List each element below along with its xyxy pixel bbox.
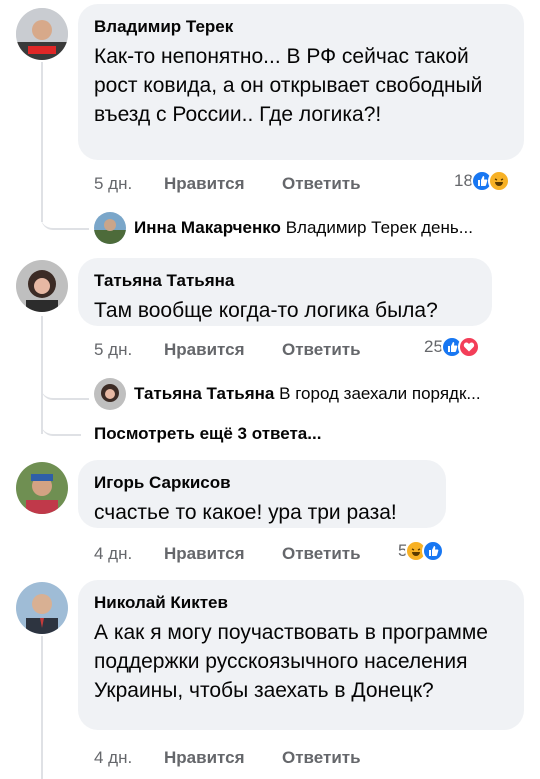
comment-author[interactable]: Владимир Терек	[94, 16, 508, 38]
reply-button[interactable]: Ответить	[282, 340, 361, 360]
like-button[interactable]: Нравится	[164, 340, 245, 360]
comment-bubble: Николай Киктев А как я могу поучаствоват…	[78, 580, 524, 730]
avatar[interactable]	[16, 462, 68, 514]
avatar[interactable]	[16, 582, 68, 634]
avatar-image	[16, 8, 68, 60]
comment-author[interactable]: Николай Киктев	[94, 592, 508, 614]
comment-actions: 4 дн. Нравится Ответить	[94, 748, 394, 770]
comment-actions: 5 дн. Нравится Ответить	[94, 340, 394, 362]
comment-author[interactable]: Татьяна Татьяна	[94, 270, 476, 292]
view-more-replies[interactable]: Посмотреть ещё 3 ответа...	[94, 424, 321, 444]
reply-preview[interactable]: Инна Макарченко Владимир Терек день...	[134, 218, 524, 238]
comment-text: Как-то непонятно... В РФ сейчас такой ро…	[94, 45, 483, 126]
reply-avatar[interactable]	[94, 378, 126, 410]
reactions-summary[interactable]: 25	[424, 336, 480, 358]
thread-elbow	[41, 410, 81, 436]
like-button[interactable]: Нравится	[164, 544, 245, 564]
comment-text: А как я могу поучаствовать в программе п…	[94, 621, 488, 702]
like-button[interactable]: Нравится	[164, 174, 245, 194]
comment-actions: 5 дн. Нравится Ответить	[94, 174, 394, 196]
comment-time[interactable]: 5 дн.	[94, 340, 132, 360]
comment-time[interactable]: 4 дн.	[94, 748, 132, 768]
reply-text: Владимир Терек день...	[285, 218, 473, 237]
comment-time[interactable]: 4 дн.	[94, 544, 132, 564]
thread-line	[41, 636, 43, 779]
reactions-summary[interactable]: 5	[398, 540, 445, 562]
comment-bubble: Татьяна Татьяна Там вообще когда-то логи…	[78, 258, 492, 326]
reply-button[interactable]: Ответить	[282, 174, 361, 194]
thread-elbow	[41, 200, 89, 230]
like-icon	[422, 540, 445, 562]
thread-elbow	[41, 370, 89, 400]
thread-line	[41, 62, 43, 222]
like-button[interactable]: Нравится	[164, 748, 245, 768]
avatar[interactable]	[16, 8, 68, 60]
comment-text: счастье то какое! ура три раза!	[94, 501, 397, 524]
reply-button[interactable]: Ответить	[282, 544, 361, 564]
comment-actions: 4 дн. Нравится Ответить	[94, 544, 394, 566]
reply-text: В город заехали порядк...	[279, 384, 481, 403]
comment-bubble: Владимир Терек Как-то непонятно... В РФ …	[78, 4, 524, 160]
avatar[interactable]	[16, 260, 68, 312]
reply-author[interactable]: Татьяна Татьяна	[134, 384, 274, 403]
reply-author[interactable]: Инна Макарченко	[134, 218, 281, 237]
reactions-summary[interactable]: 18	[454, 170, 510, 192]
reply-avatar[interactable]	[94, 212, 126, 244]
comment-text: Там вообще когда-то логика была?	[94, 299, 438, 322]
reply-preview[interactable]: Татьяна Татьяна В город заехали порядк..…	[134, 384, 524, 404]
comment-time[interactable]: 5 дн.	[94, 174, 132, 194]
comment-author[interactable]: Игорь Саркисов	[94, 472, 430, 494]
reply-button[interactable]: Ответить	[282, 748, 361, 768]
haha-icon	[487, 170, 510, 192]
comment-bubble: Игорь Саркисов счастье то какое! ура три…	[78, 460, 446, 528]
love-icon	[457, 336, 480, 358]
